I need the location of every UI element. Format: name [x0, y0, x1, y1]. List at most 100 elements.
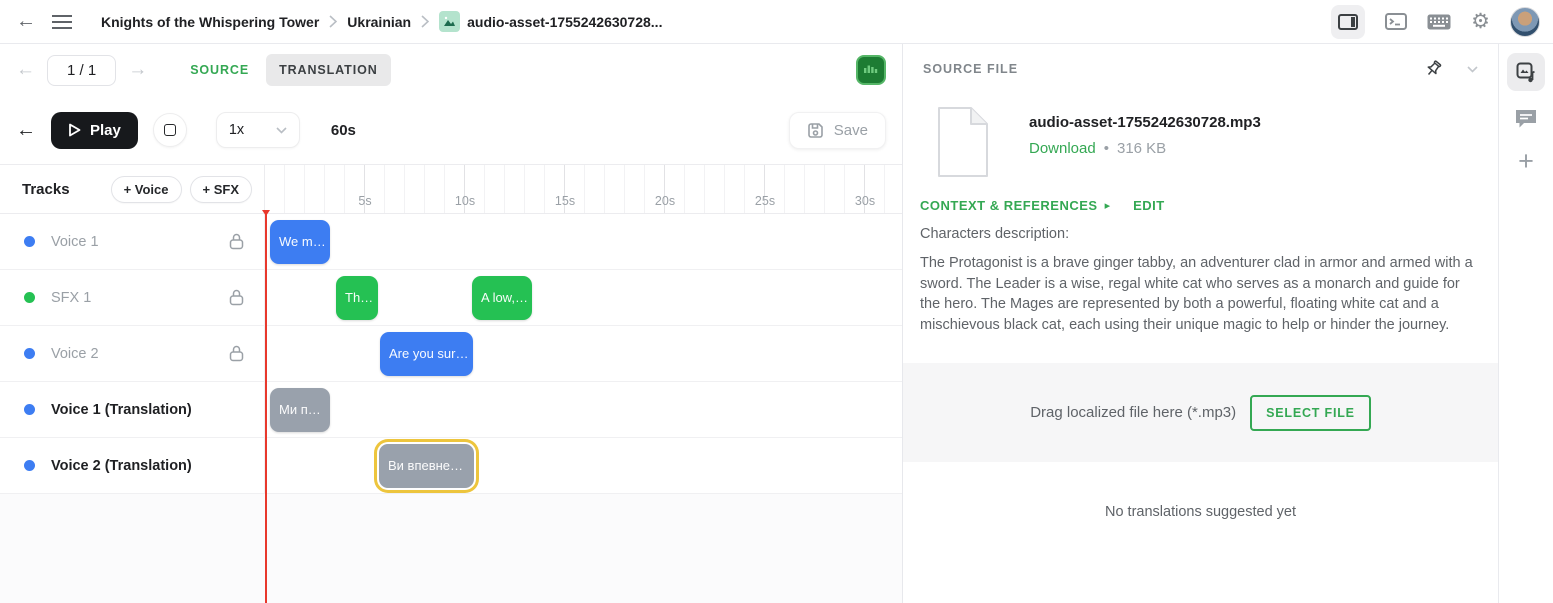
ruler-label: 25s [755, 194, 775, 208]
add-voice-button[interactable]: + Voice [111, 176, 182, 203]
track-name: Voice 2 [51, 346, 99, 362]
translations-empty-state: No translations suggested yet [903, 504, 1498, 520]
audio-clip[interactable]: Ми п… [270, 388, 330, 432]
source-file-header: SOURCE FILE [903, 44, 1498, 94]
track-header[interactable]: Voice 2 (Translation) [0, 438, 265, 493]
timeline-ruler[interactable]: 5s10s15s20s25s30s [265, 165, 902, 213]
page-next-icon[interactable]: → [128, 59, 147, 81]
dropzone-label: Drag localized file here (*.mp3) [1030, 404, 1236, 421]
track-color-dot [24, 348, 35, 359]
top-bar: ← Knights of the Whispering Tower Ukrain… [0, 0, 1553, 44]
file-name: audio-asset-1755242630728.mp3 [1029, 114, 1261, 131]
edit-context-button[interactable]: EDIT [1133, 198, 1165, 213]
ruler-label: 30s [855, 194, 875, 208]
file-size: 316 KB [1117, 140, 1166, 157]
context-arrow-icon: ▸ [1105, 199, 1111, 212]
track-name: SFX 1 [51, 290, 91, 306]
meta-separator: • [1104, 140, 1109, 157]
panel-title: SOURCE FILE [923, 62, 1018, 76]
breadcrumb-asset[interactable]: audio-asset-1755242630728... [467, 14, 662, 30]
file-document-icon [935, 106, 991, 178]
lock-icon[interactable] [229, 345, 244, 362]
select-file-button[interactable]: SELECT FILE [1250, 395, 1371, 431]
context-section: CONTEXT & REFERENCES ▸ EDIT Characters d… [903, 184, 1498, 335]
asset-thumbnail-icon[interactable] [856, 55, 886, 85]
track-name: Voice 1 (Translation) [51, 402, 192, 418]
ruler-label: 20s [655, 194, 675, 208]
audio-clip[interactable]: Th… [336, 276, 378, 320]
hamburger-menu-icon[interactable] [47, 14, 77, 30]
track-color-dot [24, 292, 35, 303]
add-panel-icon[interactable]: + [1518, 148, 1534, 175]
terminal-icon[interactable] [1385, 13, 1407, 30]
tab-source[interactable]: SOURCE [177, 54, 262, 86]
track-name: Voice 1 [51, 234, 99, 250]
tracks-title: Tracks [22, 181, 70, 198]
editor-back-icon[interactable]: ← [16, 119, 36, 142]
settings-gear-icon[interactable]: ⚙ [1471, 9, 1490, 34]
characters-description-label: Characters description: [920, 226, 1478, 242]
track-header[interactable]: Voice 1 [0, 214, 265, 269]
ruler-label: 5s [358, 194, 371, 208]
track-row: Voice 1 (Translation) Ми п… [0, 382, 902, 438]
comments-icon[interactable] [1514, 108, 1538, 130]
audio-clip[interactable]: We m… [270, 220, 330, 264]
track-row: Voice 1 We m… [0, 214, 902, 270]
topbar-actions: ⚙ [1331, 5, 1540, 39]
track-lane[interactable]: Are you sur… [265, 326, 902, 381]
chevron-right-icon [329, 15, 337, 28]
audio-clip[interactable]: Ви впевне… [379, 444, 474, 488]
track-color-dot [24, 236, 35, 247]
track-header[interactable]: Voice 2 [0, 326, 265, 381]
track-lane[interactable]: We m… [265, 214, 902, 269]
stop-icon [164, 124, 176, 136]
track-row: Voice 2 Are you sur… [0, 326, 902, 382]
track-header[interactable]: SFX 1 [0, 270, 265, 325]
file-section: audio-asset-1755242630728.mp3 Download •… [903, 94, 1498, 184]
source-file-panel: SOURCE FILE audio-asset-1755242630728.mp… [903, 44, 1498, 603]
track-row: Voice 2 (Translation) Ви впевне… [0, 438, 902, 494]
track-lane[interactable]: Ми п… [265, 382, 902, 437]
tab-translation[interactable]: TRANSLATION [266, 54, 391, 86]
lock-icon[interactable] [229, 233, 244, 250]
speed-value: 1x [229, 122, 244, 138]
media-audio-panel-button[interactable] [1507, 53, 1545, 91]
breadcrumb-project[interactable]: Knights of the Whispering Tower [101, 14, 319, 30]
context-references-toggle[interactable]: CONTEXT & REFERENCES [920, 198, 1098, 213]
back-icon[interactable]: ← [13, 10, 39, 33]
user-avatar[interactable] [1510, 7, 1540, 37]
playhead[interactable] [265, 210, 267, 603]
add-sfx-button[interactable]: + SFX [190, 176, 253, 203]
keyboard-icon[interactable] [1427, 14, 1451, 30]
chevron-right-icon [421, 15, 429, 28]
tracks-header: Tracks + Voice + SFX 5s10s15s20s25s30s [0, 165, 902, 214]
playback-speed-select[interactable]: 1x [216, 112, 300, 148]
play-icon [68, 123, 81, 137]
download-link[interactable]: Download [1029, 140, 1096, 157]
play-label: Play [90, 122, 121, 139]
track-color-dot [24, 460, 35, 471]
transport-toolbar: ← Play 1x 60s Save [0, 96, 902, 165]
toggle-right-panel-button[interactable] [1331, 5, 1365, 39]
tracks-footer [0, 494, 902, 603]
audio-clip[interactable]: Are you sur… [380, 332, 473, 376]
track-row: SFX 1 Th… A low,… [0, 270, 902, 326]
page-prev-icon[interactable]: ← [16, 59, 35, 81]
localized-file-dropzone[interactable]: Drag localized file here (*.mp3) SELECT … [903, 363, 1498, 462]
play-button[interactable]: Play [51, 112, 138, 149]
asset-image-icon [439, 11, 460, 32]
collapse-chevron-icon[interactable] [1467, 66, 1478, 73]
track-lane[interactable]: Ви впевне… [265, 438, 902, 493]
save-icon [807, 122, 824, 139]
lock-icon[interactable] [229, 289, 244, 306]
track-lane[interactable]: Th… A low,… [265, 270, 902, 325]
breadcrumb-language[interactable]: Ukrainian [347, 14, 411, 30]
audio-clip[interactable]: A low,… [472, 276, 532, 320]
track-name: Voice 2 (Translation) [51, 458, 192, 474]
chevron-down-icon [276, 127, 287, 134]
pin-icon[interactable] [1425, 60, 1443, 79]
track-header[interactable]: Voice 1 (Translation) [0, 382, 265, 437]
save-button[interactable]: Save [789, 112, 886, 149]
stop-button[interactable] [153, 113, 187, 147]
ruler-label: 15s [555, 194, 575, 208]
